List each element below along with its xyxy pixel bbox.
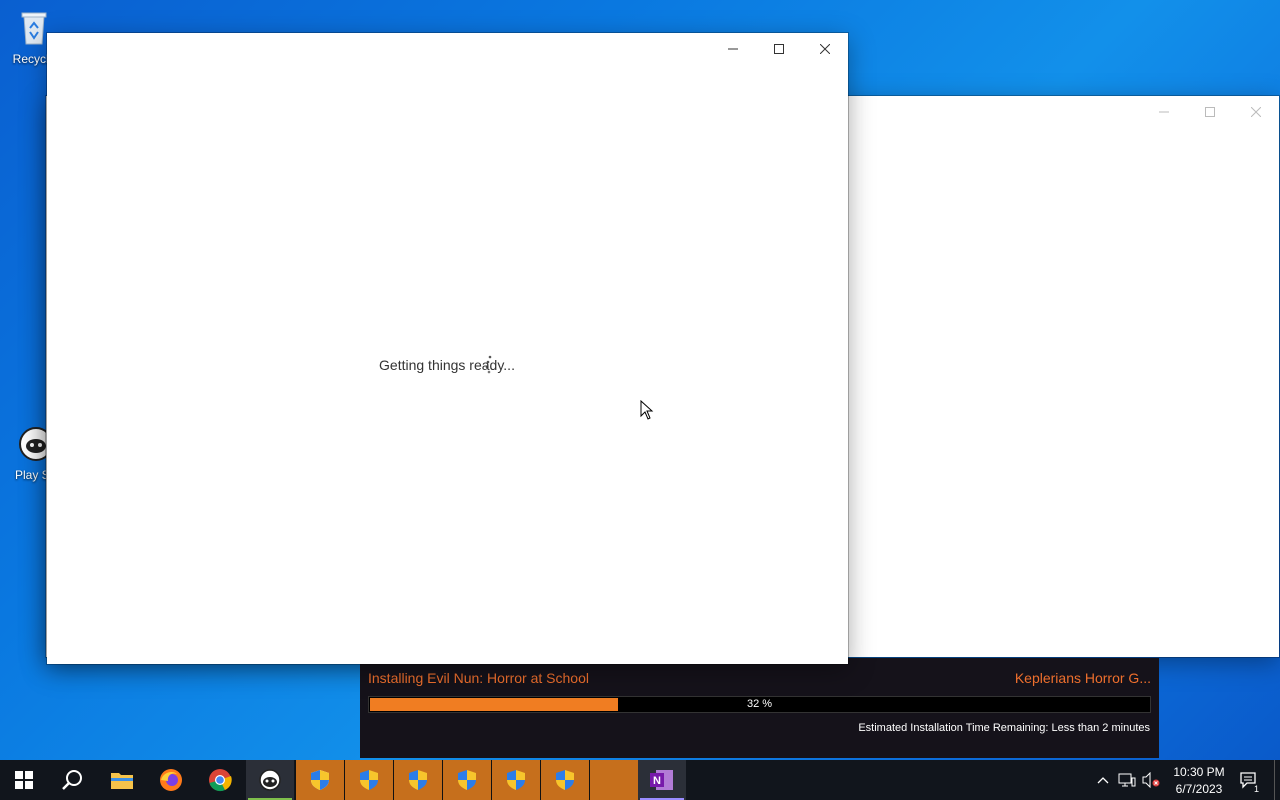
progress-text: 32 % — [746, 698, 773, 710]
status-text: Getting things ready... — [379, 357, 515, 373]
minimize-button[interactable] — [1141, 96, 1187, 128]
close-icon — [1251, 107, 1261, 117]
uac-shield-icon — [409, 770, 427, 790]
taskbar-file-explorer[interactable] — [98, 760, 146, 800]
installer-title: Installing Evil Nun: Horror at School — [368, 670, 589, 686]
start-button[interactable] — [0, 760, 48, 800]
maximize-button[interactable] — [1187, 96, 1233, 128]
search-button[interactable] — [48, 760, 96, 800]
maximize-icon — [774, 44, 784, 54]
installer-panel: Installing Evil Nun: Horror at School Ke… — [360, 658, 1159, 758]
mouse-cursor-icon — [640, 400, 654, 420]
clock-time: 10:30 PM — [1173, 765, 1225, 779]
maximize-icon — [1205, 107, 1215, 117]
uac-shield-icon — [311, 770, 329, 790]
eta-text: Estimated Installation Time Remaining: L… — [858, 722, 1150, 734]
installer-publisher: Keplerians Horror G... — [1014, 670, 1151, 686]
chevron-up-icon — [1097, 777, 1109, 784]
chrome-icon — [209, 769, 232, 792]
close-button[interactable] — [802, 33, 848, 65]
taskbar-uac-window-5[interactable] — [491, 760, 540, 800]
search-icon — [62, 770, 82, 790]
taskbar-onenote[interactable]: N — [638, 760, 686, 800]
volume-button[interactable] — [1140, 760, 1162, 800]
clock[interactable]: 10:30 PM 6/7/2023 — [1160, 760, 1238, 800]
taskbar-uac-window-3[interactable] — [393, 760, 442, 800]
taskbar-firefox[interactable] — [147, 760, 195, 800]
taskbar-uac-window-4[interactable] — [442, 760, 491, 800]
minimize-icon — [728, 48, 738, 50]
taskbar-uac-window-2[interactable] — [344, 760, 393, 800]
taskbar-blank-window[interactable] — [589, 760, 638, 800]
uac-shield-icon — [556, 770, 574, 790]
minimize-icon — [1159, 111, 1169, 113]
window-controls — [1141, 96, 1279, 128]
onenote-icon: N — [650, 770, 673, 790]
svg-text:N: N — [653, 775, 661, 787]
uac-shield-icon — [360, 770, 378, 790]
progress-bar: 32 % — [368, 696, 1151, 713]
volume-muted-icon — [1142, 772, 1160, 788]
maximize-button[interactable] — [756, 33, 802, 65]
taskbar-bluestacks[interactable] — [246, 760, 294, 800]
notification-count: 1 — [1252, 784, 1260, 794]
clock-date: 6/7/2023 — [1175, 782, 1223, 796]
close-button[interactable] — [1233, 96, 1279, 128]
start-icon — [15, 771, 33, 789]
close-icon — [820, 44, 830, 54]
network-icon — [1118, 773, 1136, 787]
file-explorer-icon — [111, 773, 133, 789]
show-desktop-button[interactable] — [1274, 760, 1280, 800]
uac-shield-icon — [458, 770, 476, 790]
bluestacks-icon — [259, 769, 281, 791]
taskbar: N 10:30 PM 6/7/2023 1 — [0, 760, 1280, 800]
network-button[interactable] — [1116, 760, 1138, 800]
taskbar-chrome[interactable] — [196, 760, 244, 800]
setup-window[interactable]: Getting things ready... — [47, 33, 848, 664]
notification-center-button[interactable]: 1 — [1236, 760, 1262, 800]
window-controls — [710, 33, 848, 65]
firefox-icon — [160, 769, 182, 791]
tray-overflow-button[interactable] — [1092, 760, 1114, 800]
taskbar-uac-window-1[interactable] — [295, 760, 344, 800]
uac-shield-icon — [507, 770, 525, 790]
minimize-button[interactable] — [710, 33, 756, 65]
taskbar-uac-window-6[interactable] — [540, 760, 589, 800]
